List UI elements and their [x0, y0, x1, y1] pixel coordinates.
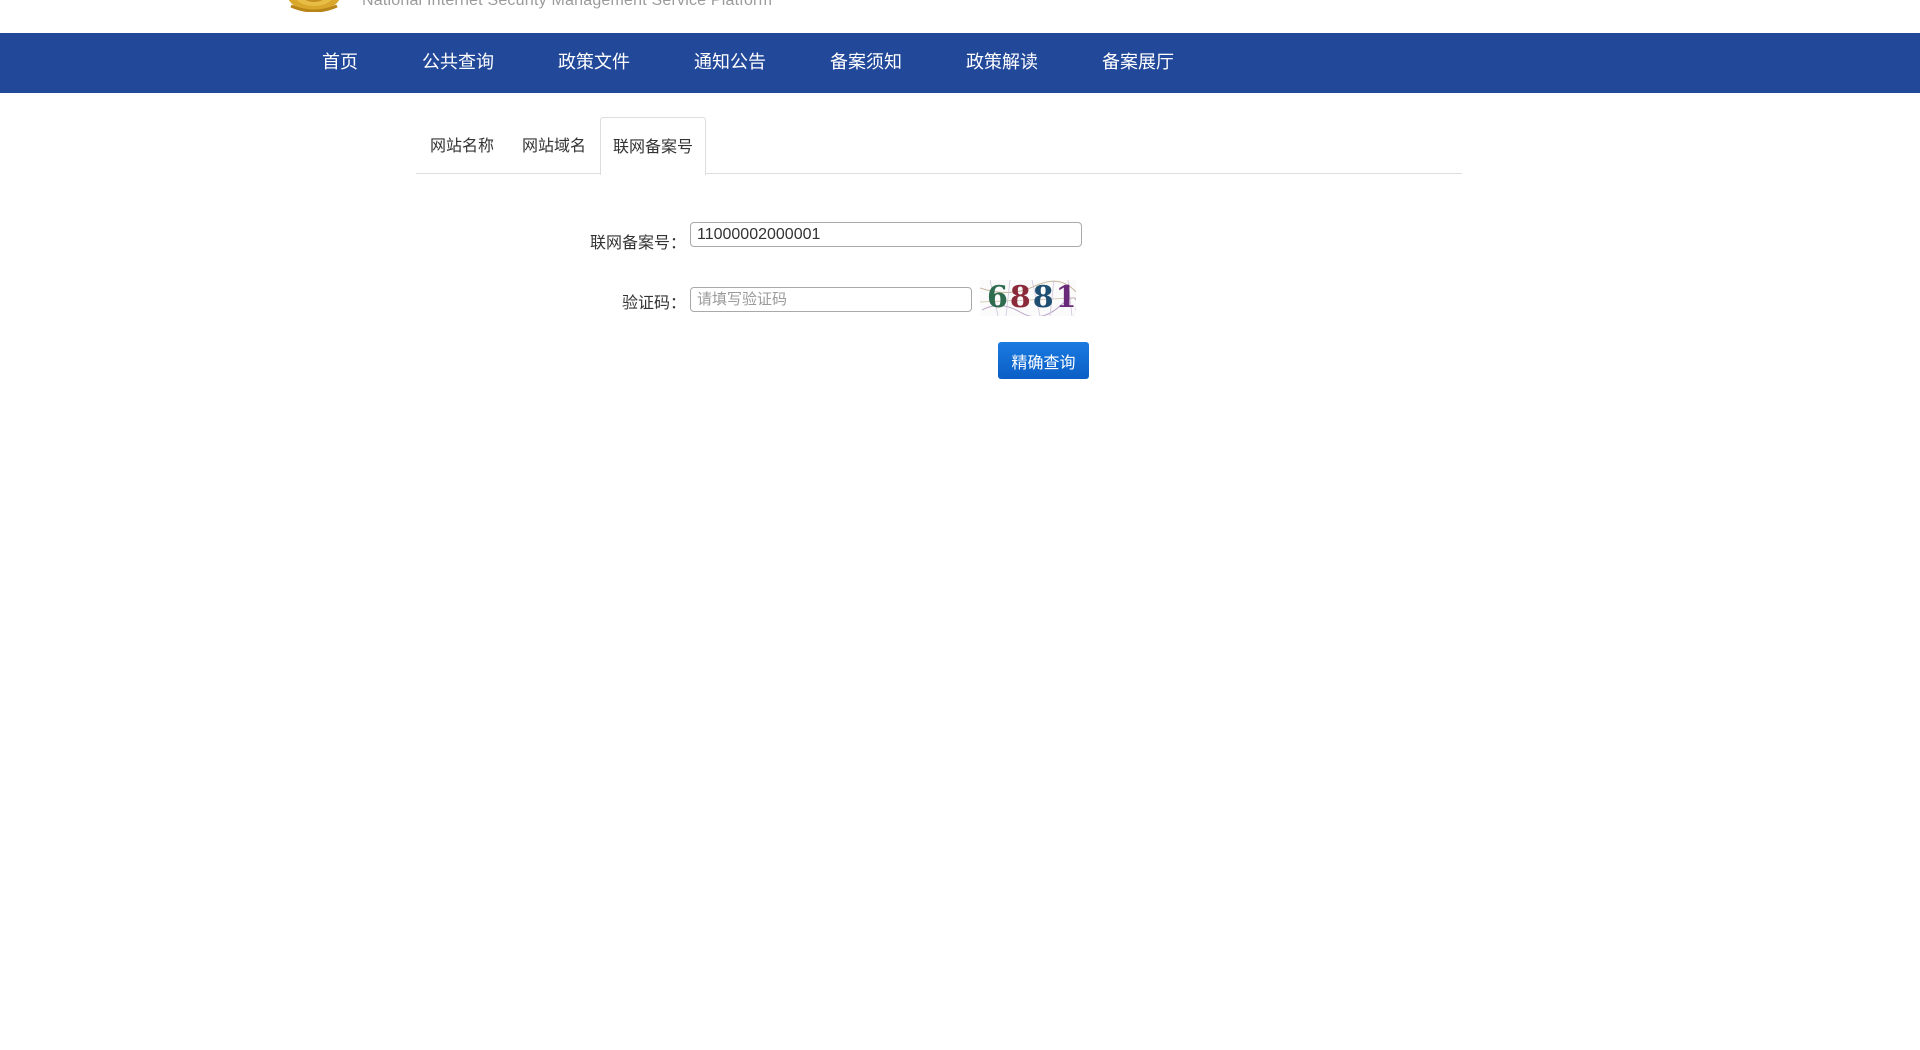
captcha-digit: 1 — [1055, 280, 1076, 315]
captcha-input[interactable] — [690, 287, 972, 312]
tab-site-name[interactable]: 网站名称 — [416, 117, 508, 174]
nav-items: 首页 公共查询 政策文件 通知公告 备案须知 政策解读 备案展厅 — [290, 33, 1206, 93]
captcha-code: 6881 — [987, 280, 1076, 316]
main-nav: 首页 公共查询 政策文件 通知公告 备案须知 政策解读 备案展厅 — [0, 33, 1920, 93]
nav-item-filing-guide[interactable]: 备案须知 — [798, 33, 934, 93]
captcha-digit: 8 — [1009, 280, 1033, 315]
captcha-digit: 6 — [987, 280, 1010, 315]
nav-item-filing-hall[interactable]: 备案展厅 — [1070, 33, 1206, 93]
nav-item-public-query[interactable]: 公共查询 — [390, 33, 526, 93]
police-emblem-icon — [288, 0, 340, 12]
tab-site-domain[interactable]: 网站域名 — [508, 117, 600, 174]
site-header: National Internet Security Management Se… — [0, 0, 1920, 33]
captcha-label: 验证码： — [621, 293, 686, 312]
captcha-image[interactable]: 6881 — [980, 280, 1076, 316]
nav-item-home[interactable]: 首页 — [290, 33, 390, 93]
captcha-digit: 8 — [1032, 280, 1056, 315]
tab-beian-number[interactable]: 联网备案号 — [600, 117, 706, 175]
beian-number-label: 联网备案号： — [589, 233, 686, 252]
nav-item-notices[interactable]: 通知公告 — [662, 33, 798, 93]
nav-item-policy-documents[interactable]: 政策文件 — [526, 33, 662, 93]
beian-number-input[interactable] — [690, 222, 1082, 247]
header-subtitle: National Internet Security Management Se… — [362, 0, 773, 9]
nav-item-policy-interpretation[interactable]: 政策解读 — [934, 33, 1070, 93]
exact-query-button[interactable]: 精确查询 — [998, 342, 1089, 379]
query-tabs: 网站名称 网站域名 联网备案号 — [416, 117, 1462, 175]
